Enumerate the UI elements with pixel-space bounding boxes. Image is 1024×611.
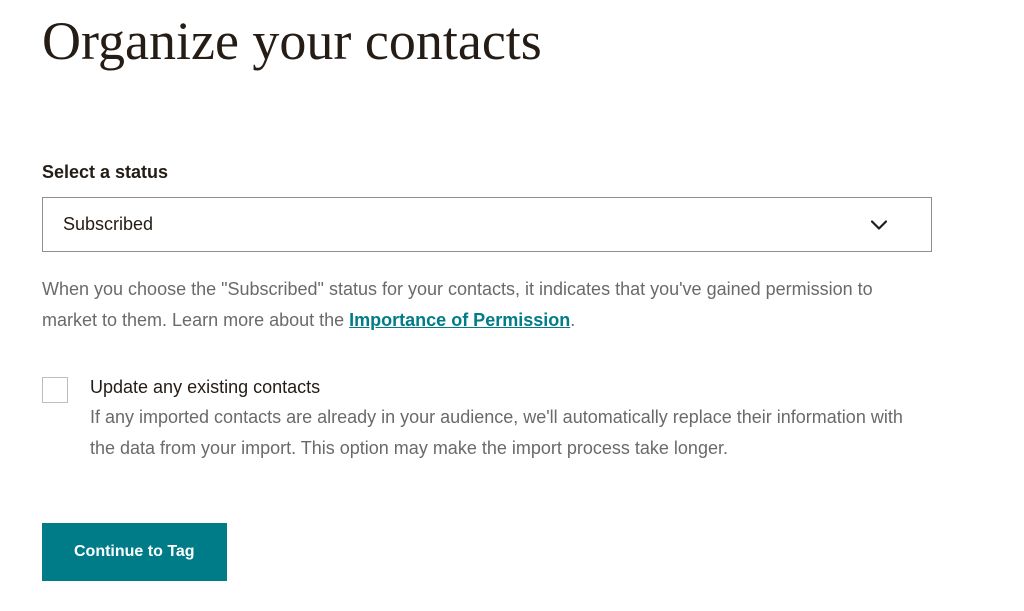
status-select[interactable]: Subscribed (42, 197, 932, 252)
status-select-value: Subscribed (63, 214, 153, 235)
update-existing-description: If any imported contacts are already in … (90, 402, 932, 463)
update-existing-checkbox[interactable] (42, 377, 68, 403)
status-field-label: Select a status (42, 162, 982, 183)
status-help-suffix: . (570, 310, 575, 330)
update-existing-label: Update any existing contacts (90, 377, 932, 398)
page-title: Organize your contacts (42, 10, 982, 72)
status-help-text: When you choose the "Subscribed" status … (42, 274, 932, 335)
chevron-down-icon (871, 217, 887, 233)
permission-link[interactable]: Importance of Permission (349, 310, 570, 330)
continue-button[interactable]: Continue to Tag (42, 523, 227, 581)
